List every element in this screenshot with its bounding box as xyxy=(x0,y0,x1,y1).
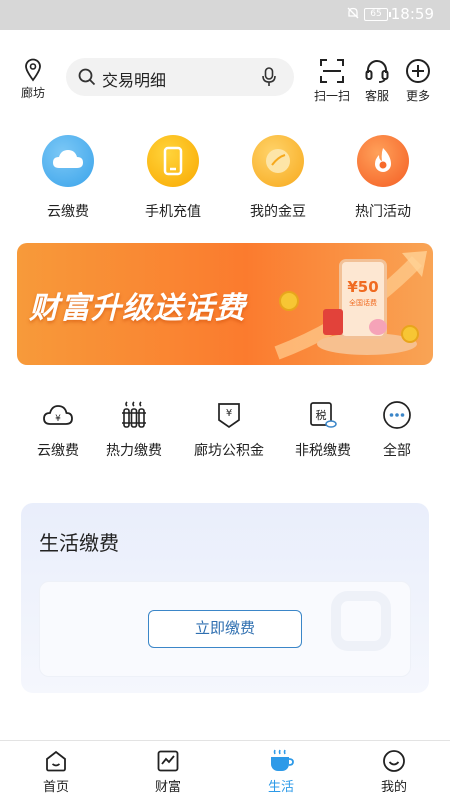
tab-label: 财富 xyxy=(154,780,181,795)
headset-icon xyxy=(365,60,389,83)
tab-label: 首页 xyxy=(42,780,69,795)
cloud-yen-icon: ¥ xyxy=(43,405,73,425)
quick-entry-hot-events[interactable]: 热门活动 xyxy=(343,135,423,221)
more-button[interactable]: 更多 xyxy=(398,58,438,104)
cup-icon xyxy=(271,749,294,771)
home-icon xyxy=(46,750,66,772)
tab-label: 生活 xyxy=(267,780,294,795)
quick-entry-phone-recharge[interactable]: 手机充值 xyxy=(133,135,213,221)
life-payment-title: 生活缴费 xyxy=(39,531,119,555)
coin-icon xyxy=(279,291,299,311)
scan-button[interactable]: 扫一扫 xyxy=(312,58,352,104)
smile-icon xyxy=(383,750,405,772)
svg-text:¥: ¥ xyxy=(226,408,232,419)
tab-mine[interactable]: 我的 xyxy=(364,749,424,795)
search-text: 交易明细 xyxy=(102,71,167,90)
fund-icon: ¥ xyxy=(218,403,240,429)
service-label: 廊坊公积金 xyxy=(194,443,264,459)
scan-label: 扫一扫 xyxy=(313,89,350,103)
service-housing-fund[interactable]: ¥ 廊坊公积金 xyxy=(191,400,267,460)
location-label: 廊坊 xyxy=(20,86,45,100)
gift-bag-icon xyxy=(323,309,343,335)
top-bar: 廊坊 交易明细 扫一扫 客服 更多 xyxy=(0,52,450,112)
status-bar: 65 18:59 xyxy=(0,0,450,30)
scan-icon xyxy=(320,59,344,83)
plus-circle-icon xyxy=(406,59,430,83)
more-label: 更多 xyxy=(405,89,430,103)
status-time: 18:59 xyxy=(390,5,434,23)
battery-indicator: 65 xyxy=(364,8,391,21)
service-label: 全部 xyxy=(383,443,411,459)
service-label: 客服 xyxy=(364,89,389,103)
location-selector[interactable]: 廊坊 xyxy=(18,58,48,101)
quick-entry-label: 热门活动 xyxy=(355,204,411,220)
service-heating-pay[interactable]: 热力缴费 xyxy=(104,400,164,460)
svg-text:¥: ¥ xyxy=(55,414,61,424)
tab-home[interactable]: 首页 xyxy=(26,749,86,795)
tab-life[interactable]: 生活 xyxy=(251,749,311,795)
cloud-icon xyxy=(42,135,94,187)
life-payment-card: 生活缴费 立即缴费 xyxy=(21,503,429,693)
microphone-icon[interactable] xyxy=(262,67,276,87)
flame-icon xyxy=(357,135,409,187)
tax-icon: 税 xyxy=(310,402,337,428)
bottom-tab-bar: 首页 财富 生活 我的 xyxy=(0,740,450,800)
mute-bell-icon xyxy=(347,7,359,19)
service-label: 云缴费 xyxy=(37,443,79,459)
service-non-tax-pay[interactable]: 税 非税缴费 xyxy=(292,400,354,460)
quick-entry-gold-beans[interactable]: 我的金豆 xyxy=(238,135,318,221)
tab-label: 我的 xyxy=(380,780,407,795)
service-label: 非税缴费 xyxy=(295,443,351,459)
tab-wealth[interactable]: 财富 xyxy=(138,749,198,795)
life-payment-panel: 立即缴费 xyxy=(39,581,411,677)
banner-amount-caption: 全国话费 xyxy=(349,299,377,307)
search-icon xyxy=(78,68,96,86)
customer-service-button[interactable]: 客服 xyxy=(357,58,397,104)
banner-title: 财富升级送话费 xyxy=(29,291,246,326)
watermark-decoration xyxy=(331,591,391,651)
bean-icon xyxy=(252,135,304,187)
pay-now-button[interactable]: 立即缴费 xyxy=(148,610,302,648)
quick-entry-label: 手机充值 xyxy=(145,204,201,220)
more-dots-icon xyxy=(383,401,411,429)
service-cloud-pay[interactable]: ¥ 云缴费 xyxy=(28,400,88,460)
banner-amount: ¥50 xyxy=(347,278,379,296)
quick-entry-label: 云缴费 xyxy=(47,204,89,220)
phone-icon xyxy=(147,135,199,187)
service-label: 热力缴费 xyxy=(106,443,162,459)
search-input[interactable]: 交易明细 xyxy=(66,58,294,96)
piggy-bank-icon xyxy=(369,319,387,335)
quick-entry-cloud-pay[interactable]: 云缴费 xyxy=(28,135,108,221)
svg-text:税: 税 xyxy=(316,408,327,422)
chart-icon xyxy=(157,750,179,772)
heating-icon xyxy=(122,401,146,428)
service-all[interactable]: 全部 xyxy=(378,400,416,460)
location-pin-icon xyxy=(25,58,41,82)
promo-banner[interactable]: 财富升级送话费 ¥50 全国话费 xyxy=(17,243,433,365)
coin-icon xyxy=(401,325,419,343)
quick-entry-label: 我的金豆 xyxy=(250,204,306,220)
